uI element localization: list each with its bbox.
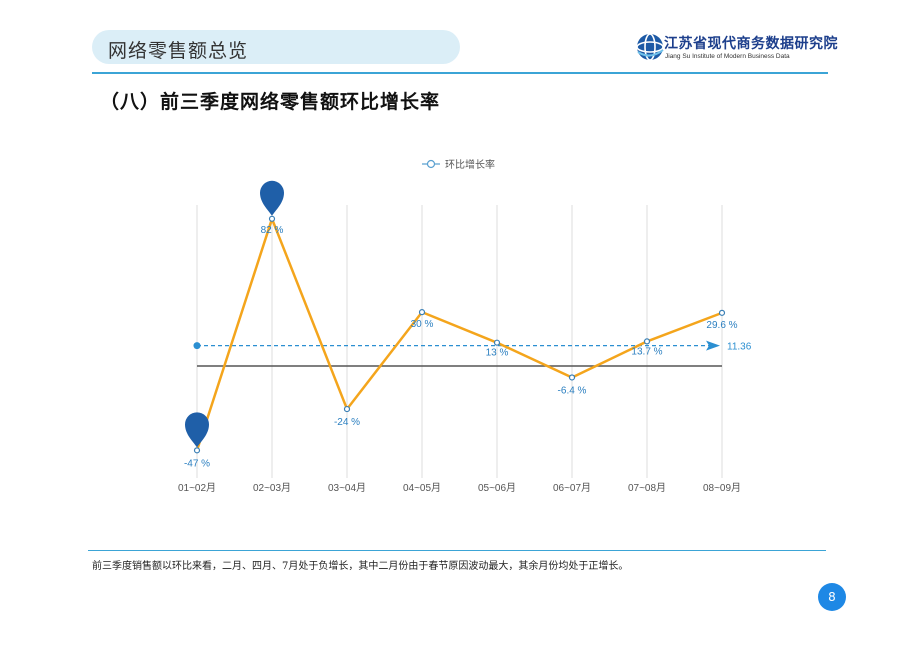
data-point xyxy=(268,215,276,222)
legend-label: 环比增长率 xyxy=(445,158,495,171)
data-label: 29.6 % xyxy=(706,320,737,331)
data-label: 30 % xyxy=(411,319,434,330)
data-label: 82 % xyxy=(261,225,284,236)
x-tick-label: 01~02月 xyxy=(178,482,216,494)
x-tick-label: 06~07月 xyxy=(553,482,591,494)
series-line xyxy=(195,217,723,451)
footer-divider xyxy=(88,550,826,551)
data-point xyxy=(493,339,501,346)
legend-marker xyxy=(426,159,436,169)
average-start-dot xyxy=(193,342,201,350)
min-pin-marker xyxy=(185,412,209,448)
data-label: -6.4 % xyxy=(558,385,587,396)
max-pin-marker xyxy=(260,180,284,216)
x-tick-label: 05~06月 xyxy=(478,482,516,494)
data-point xyxy=(568,374,576,381)
line-chart: 01~02月 02~03月 03~04月 04~05月 05~06月 06~07月 07~0… xyxy=(178,158,752,494)
footer-note: 前三季度销售额以环比来看，二月、四月、7月处于负增长，其中二月份由于春节原因波动… xyxy=(92,561,629,572)
data-label: -47 % xyxy=(184,458,210,469)
data-label: 13 % xyxy=(486,348,509,359)
data-point xyxy=(193,447,201,454)
average-label: 11.36 xyxy=(727,342,752,353)
data-label: -24 % xyxy=(334,417,360,428)
data-point xyxy=(418,309,426,316)
x-tick-label: 08~09月 xyxy=(703,482,741,494)
page-number-badge: 8 xyxy=(818,583,846,611)
x-tick-label: 07~08月 xyxy=(628,482,666,494)
x-tick-label: 04~05月 xyxy=(403,482,441,494)
data-point xyxy=(643,338,651,345)
data-label: 13.7 % xyxy=(631,346,662,357)
data-point xyxy=(718,309,726,316)
x-tick-label: 03~04月 xyxy=(328,482,366,494)
x-tick-label: 02~03月 xyxy=(253,482,291,494)
data-point xyxy=(343,405,351,413)
